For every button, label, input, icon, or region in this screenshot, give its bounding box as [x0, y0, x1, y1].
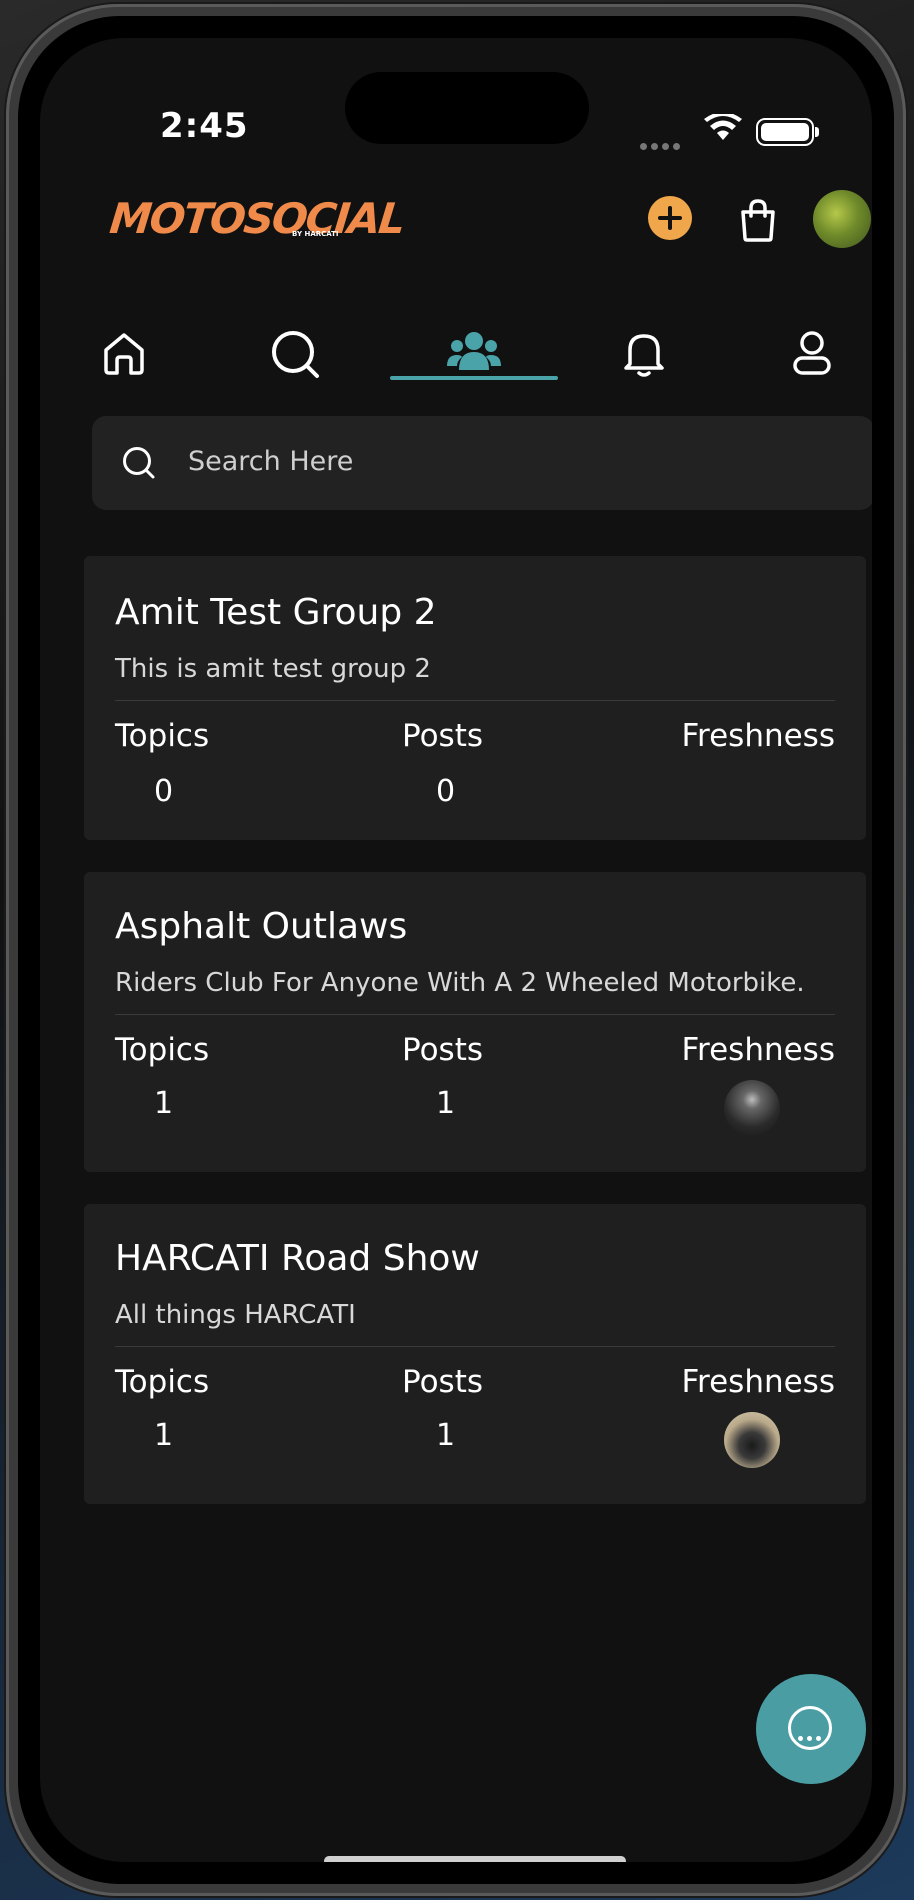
signal-icon: [640, 135, 684, 154]
create-button[interactable]: [648, 196, 692, 240]
freshness-label: Freshness: [681, 718, 835, 754]
group-title[interactable]: HARCATI Road Show: [115, 1238, 480, 1279]
search-icon: [272, 331, 319, 378]
topics-label: Topics: [115, 1032, 210, 1068]
freshness-avatar[interactable]: [724, 1412, 780, 1468]
divider: [115, 700, 835, 701]
groups-icon: [447, 332, 501, 370]
chat-dots-icon: [798, 1726, 825, 1745]
posts-count: 1: [436, 1086, 456, 1121]
tab-groups[interactable]: [390, 300, 558, 400]
battery-icon: [756, 118, 819, 146]
tab-home[interactable]: [40, 300, 208, 400]
group-title[interactable]: Asphalt Outlaws: [115, 906, 407, 947]
group-description: All things HARCATI: [115, 1300, 356, 1330]
app-screen: 2:45 MOTOSOCIAL BY HARCATI Search Here A…: [40, 38, 872, 1862]
posts-label: Posts: [402, 718, 484, 754]
dynamic-island: [345, 72, 589, 144]
topics-label: Topics: [115, 1364, 210, 1400]
phone-frame: 2:45 MOTOSOCIAL BY HARCATI Search Here A…: [6, 4, 906, 1896]
freshness-label: Freshness: [681, 1364, 835, 1400]
group-description: Riders Club For Anyone With A 2 Wheeled …: [115, 968, 805, 998]
group-card[interactable]: Amit Test Group 2 This is amit test grou…: [84, 556, 866, 840]
home-icon: [104, 333, 144, 375]
search-bar[interactable]: Search Here: [92, 416, 872, 510]
search-input[interactable]: Search Here: [188, 446, 353, 477]
chat-fab-button[interactable]: [756, 1674, 866, 1784]
divider: [115, 1014, 835, 1015]
bell-icon: [624, 334, 664, 377]
group-card[interactable]: HARCATI Road Show All things HARCATI Top…: [84, 1204, 866, 1504]
freshness-label: Freshness: [681, 1032, 835, 1068]
group-card[interactable]: Asphalt Outlaws Riders Club For Anyone W…: [84, 872, 866, 1172]
topics-count: 0: [154, 774, 174, 809]
group-title[interactable]: Amit Test Group 2: [115, 592, 437, 633]
phone-bezel: 2:45 MOTOSOCIAL BY HARCATI Search Here A…: [18, 16, 894, 1884]
topics-count: 1: [154, 1418, 174, 1453]
logo-subtitle: BY HARCATI: [292, 230, 339, 238]
wifi-icon: [704, 112, 742, 146]
posts-label: Posts: [402, 1364, 484, 1400]
posts-count: 0: [436, 774, 456, 809]
app-logo[interactable]: MOTOSOCIAL: [107, 194, 406, 243]
tab-notifications[interactable]: [560, 300, 728, 400]
search-icon: [122, 446, 156, 484]
posts-count: 1: [436, 1418, 456, 1453]
main-tab-bar: [40, 300, 872, 400]
shop-bag-icon[interactable]: [738, 198, 778, 246]
user-icon: [793, 331, 831, 375]
divider: [115, 1346, 835, 1347]
group-description: This is amit test group 2: [115, 654, 431, 684]
active-tab-indicator: [390, 376, 558, 380]
topics-count: 1: [154, 1086, 174, 1121]
freshness-avatar[interactable]: [724, 1080, 780, 1136]
profile-avatar[interactable]: [813, 190, 871, 248]
tab-profile[interactable]: [728, 300, 872, 400]
home-indicator: [324, 1856, 626, 1862]
status-time: 2:45: [160, 106, 249, 146]
topics-label: Topics: [115, 718, 210, 754]
tab-search[interactable]: [212, 300, 380, 400]
posts-label: Posts: [402, 1032, 484, 1068]
